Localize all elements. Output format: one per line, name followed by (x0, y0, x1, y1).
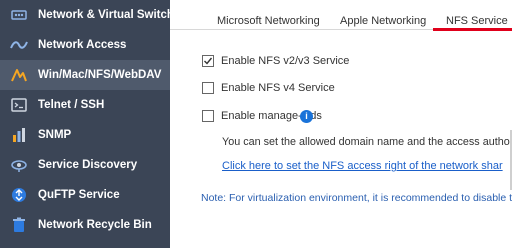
sidebar-item-label: Win/Mac/NFS/WebDAV (38, 69, 162, 81)
sidebar-item-label: SNMP (38, 129, 72, 141)
manage-gids-checkbox[interactable] (202, 110, 214, 122)
access-description: You can set the allowed domain name and … (222, 136, 512, 148)
tab-bar: Microsoft Networking Apple Networking NF… (170, 0, 512, 31)
tab-apple-networking[interactable]: Apple Networking (340, 15, 426, 27)
win-mac-nfs-icon (10, 66, 28, 84)
sidebar-item-quftp-service[interactable]: QuFTP Service (0, 180, 170, 210)
sidebar-item-label: Network Access (38, 39, 127, 51)
tab-nfs-service[interactable]: NFS Service (446, 15, 508, 27)
option-manage-gids: Enable manage-gids i (202, 108, 322, 124)
sidebar-item-label: Service Discovery (38, 159, 138, 171)
nfs-access-right-link[interactable]: Click here to set the NFS access right o… (222, 160, 503, 172)
network-switch-icon (10, 6, 28, 24)
virtualization-note: Note: For virtualization environment, it… (201, 192, 512, 204)
recycle-bin-icon (10, 216, 28, 234)
nfs-v2v3-label: Enable NFS v2/v3 Service (221, 55, 350, 67)
sidebar-item-service-discovery[interactable]: Service Discovery (0, 150, 170, 180)
active-tab-indicator (433, 28, 512, 31)
snmp-icon (10, 126, 28, 144)
nfs-v2v3-checkbox[interactable] (202, 55, 214, 67)
sidebar-item-label: Network & Virtual Switch (38, 9, 174, 21)
sidebar: Network & Virtual Switch Network Access … (0, 0, 174, 248)
service-discovery-icon (10, 156, 28, 174)
option-nfs-v2v3: Enable NFS v2/v3 Service (202, 53, 349, 69)
ftp-icon (10, 186, 28, 204)
option-nfs-v4: Enable NFS v4 Service (202, 80, 335, 96)
nfs-v4-checkbox[interactable] (202, 82, 214, 94)
nfs-v4-label: Enable NFS v4 Service (221, 82, 335, 94)
sidebar-item-telnet-ssh[interactable]: Telnet / SSH (0, 90, 170, 120)
sidebar-item-snmp[interactable]: SNMP (0, 120, 170, 150)
sidebar-item-label: Network Recycle Bin (38, 219, 152, 231)
tab-microsoft-networking[interactable]: Microsoft Networking (217, 15, 320, 27)
main-panel: Microsoft Networking Apple Networking NF… (170, 0, 512, 248)
check-icon (204, 57, 213, 65)
sidebar-item-win-mac-nfs-webdav[interactable]: Win/Mac/NFS/WebDAV (0, 60, 170, 90)
sidebar-item-label: QuFTP Service (38, 189, 120, 201)
network-access-icon (10, 36, 28, 54)
info-icon[interactable]: i (300, 109, 313, 123)
sidebar-item-network-virtual-switch[interactable]: Network & Virtual Switch (0, 0, 174, 30)
sidebar-item-network-access[interactable]: Network Access (0, 30, 170, 60)
terminal-icon (10, 96, 28, 114)
sidebar-item-label: Telnet / SSH (38, 99, 105, 111)
sidebar-item-network-recycle-bin[interactable]: Network Recycle Bin (0, 210, 170, 240)
